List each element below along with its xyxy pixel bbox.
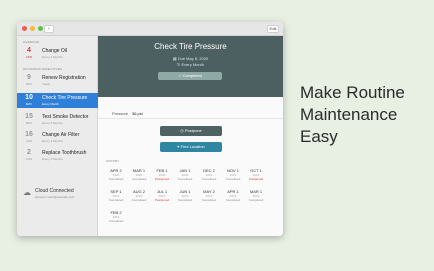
task-day: 2 [27, 149, 31, 156]
history-entry[interactable]: SEP 1 2019 Completed [106, 189, 126, 207]
task-interval: Every 3 Months [42, 55, 63, 59]
task-interval: Every 6 Months [42, 121, 63, 125]
history-entry[interactable]: NOV 1 2019 Completed [223, 168, 243, 186]
title-bar: ‹ Edit [17, 22, 283, 36]
postpone-button[interactable]: ◷ Postpone [160, 126, 222, 136]
history-status: Completed [248, 198, 264, 202]
cloud-title: Cloud Connected [35, 188, 74, 194]
task-month: MAY [25, 102, 33, 106]
back-button[interactable]: ‹ [44, 25, 54, 33]
task-change-air-filter[interactable]: 16 JUN Change Air Filter Every 3 Months [17, 130, 98, 145]
task-day: 9 [27, 74, 31, 81]
task-name: Renew Registration [42, 75, 86, 81]
history-entry[interactable]: APR 2 2020 Completed [106, 168, 126, 186]
upcoming-header: UPCOMING DIRECTIVES [23, 67, 63, 71]
task-day: 10 [25, 94, 33, 101]
history-entry[interactable]: MAY 2 2019 Completed [199, 189, 219, 207]
history-status: Completed [131, 177, 147, 181]
minimize-window-button[interactable] [30, 26, 35, 31]
pressure-value[interactable]: 36 psi [132, 111, 143, 116]
cloud-status: ☁ Cloud Connected Account: user@example.… [23, 187, 95, 201]
task-name: Test Smoke Detector [42, 114, 89, 120]
window-controls [22, 26, 43, 31]
close-window-button[interactable] [22, 26, 27, 31]
history-entry[interactable]: JUN 1 2019 Completed [175, 189, 195, 207]
zoom-window-button[interactable] [38, 26, 43, 31]
detail-pane: Check Tire Pressure ▦ Due May 8, 2020 ↻ … [98, 36, 283, 236]
history-status: Completed [225, 177, 241, 181]
overdue-header: OVERDUE [23, 40, 40, 44]
history-status: Completed [108, 177, 124, 181]
history-entry[interactable]: JUL 1 2019 Postponed [152, 189, 172, 207]
detail-title: Check Tire Pressure [154, 42, 227, 51]
history-status: Completed [177, 177, 193, 181]
task-change-oil[interactable]: 4 APR Change Oil Every 3 Months [17, 46, 98, 61]
due-date: ▦ Due May 8, 2020 [98, 56, 283, 61]
tagline: Make Routine Maintenance Easy [300, 82, 430, 148]
task-interval: Every 3 Months [42, 139, 63, 143]
app-window: ‹ Edit OVERDUE 4 APR Change Oil Every 3 … [17, 22, 283, 236]
edit-button[interactable]: Edit [267, 25, 279, 33]
sidebar: OVERDUE 4 APR Change Oil Every 3 Months … [17, 36, 98, 236]
task-check-tire-pressure[interactable]: 10 MAY Check Tire Pressure Every Month [17, 93, 98, 108]
history-status: Postponed [154, 177, 170, 181]
cloud-account: Account: user@example.com [35, 195, 75, 199]
history-entry[interactable]: APR 1 2019 Completed [223, 189, 243, 207]
history-entry[interactable]: FEB 2 2019 Completed [106, 210, 126, 228]
task-day: 4 [27, 47, 31, 54]
task-renew-registration[interactable]: 9 MAY Renew Registration Yearly [17, 73, 98, 88]
task-name: Check Tire Pressure [42, 95, 88, 101]
pressure-field[interactable]: Pressure 36 psi [98, 109, 283, 119]
completed-label: Completed [182, 73, 202, 78]
cloud-icon: ☁ [23, 188, 31, 197]
task-month: JUN [26, 139, 32, 143]
find-location-button[interactable]: ⌖ Find Location [160, 142, 222, 152]
task-name: Replace Toothbrush [42, 150, 87, 156]
history-entry[interactable]: JAN 1 2020 Completed [175, 168, 195, 186]
task-interval: Every 3 Months [42, 157, 63, 161]
history-entry[interactable]: DEC 2 2019 Completed [199, 168, 219, 186]
task-test-smoke-detector[interactable]: 15 MAY Test Smoke Detector Every 6 Month… [17, 112, 98, 127]
task-interval: Yearly [42, 82, 51, 86]
task-month: MAY [25, 121, 33, 125]
repeat-interval: ↻ Every Month [98, 62, 283, 67]
tagline-line: Maintenance [300, 105, 398, 124]
history-status: Completed [131, 198, 147, 202]
history-entry[interactable]: FEB 1 2020 Postponed [152, 168, 172, 186]
task-month: MAY [25, 82, 33, 86]
tagline-line: Make Routine [300, 83, 405, 102]
task-name: Change Air Filter [42, 132, 80, 138]
task-month: APR [25, 55, 33, 59]
task-replace-toothbrush[interactable]: 2 AUG Replace Toothbrush Every 3 Months [17, 148, 98, 163]
task-name: Change Oil [42, 48, 68, 54]
find-location-label: Find Location [180, 144, 205, 149]
task-interval: Every Month [42, 102, 59, 106]
history-status: Completed [108, 198, 124, 202]
task-day: 15 [25, 113, 33, 120]
due-date-text: Due May 8, 2020 [177, 56, 209, 61]
pressure-label: Pressure [112, 111, 129, 116]
history-status: Completed [177, 198, 193, 202]
history-entry[interactable]: AUG 2 2019 Completed [129, 189, 149, 207]
tagline-line: Easy [300, 127, 338, 146]
completed-button[interactable]: ✓ Completed [158, 72, 222, 80]
history-status: Completed [108, 219, 124, 223]
detail-header: Check Tire Pressure ▦ Due May 8, 2020 ↻ … [98, 36, 283, 97]
history-status: Postponed [248, 177, 264, 181]
task-month: AUG [25, 157, 33, 161]
history-entry[interactable]: MAR 1 2020 Completed [129, 168, 149, 186]
postpone-label: Postpone [184, 128, 202, 133]
history-status: Postponed [154, 198, 170, 202]
history-status: Completed [201, 198, 217, 202]
history-status: Completed [201, 177, 217, 181]
history-entry[interactable]: MAR 1 2019 Completed [246, 189, 266, 207]
task-day: 16 [25, 131, 33, 138]
repeat-interval-text: Every Month [181, 62, 204, 67]
history-entry[interactable]: OCT 1 2019 Postponed [246, 168, 266, 186]
history-status: Completed [225, 198, 241, 202]
history-header: HISTORY [106, 159, 120, 163]
